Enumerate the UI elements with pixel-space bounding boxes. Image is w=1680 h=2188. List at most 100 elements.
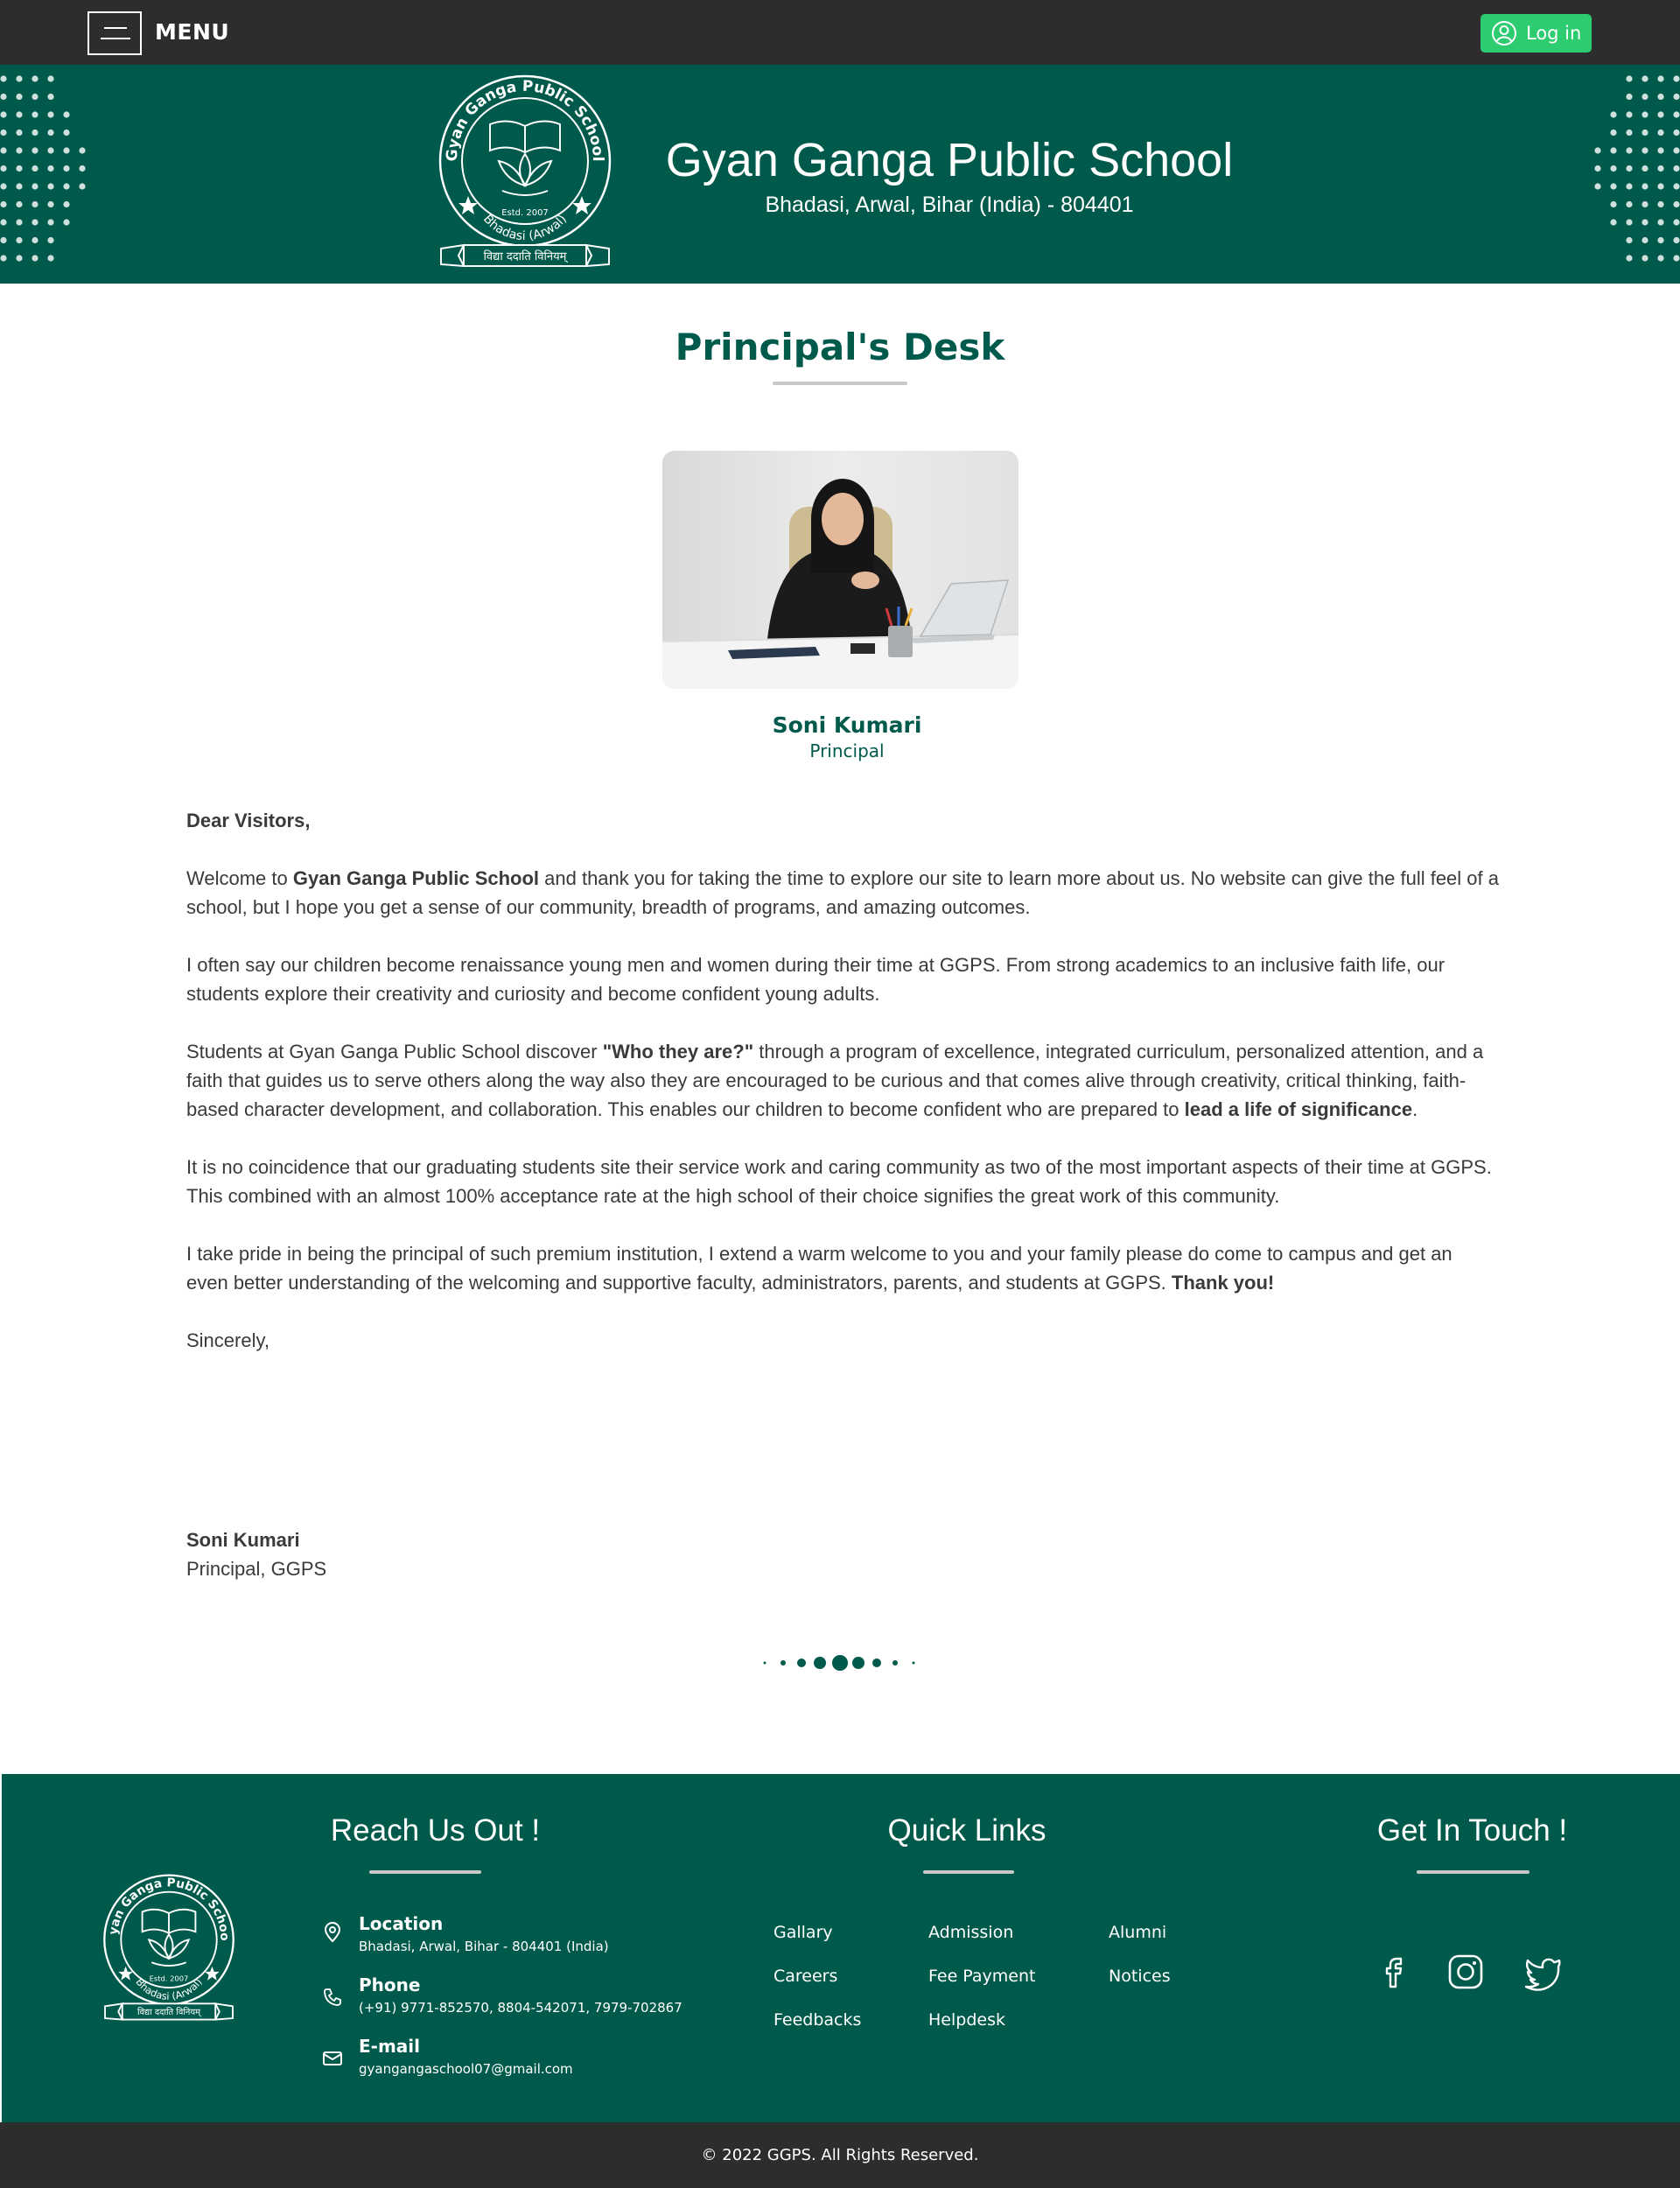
decorative-dot [1642,236,1648,244]
decorative-dot [47,147,54,154]
decorative-dot [79,147,86,154]
login-label: Log in [1526,23,1582,44]
link-notices[interactable]: Notices [1109,1967,1171,1986]
link-gallary[interactable]: Gallary [774,1923,833,1942]
decorative-dot [1642,147,1648,154]
decorative-dot [1642,129,1648,137]
decorative-dot [0,147,7,154]
decorative-dot [79,183,86,190]
contact-title: E-mail [359,2036,421,2057]
decorative-dot [63,219,70,226]
decorative-dot [1594,165,1601,172]
link-fee-payment[interactable]: Fee Payment [928,1967,1036,1986]
decorative-dot [16,183,23,190]
decorative-dot [32,129,38,137]
decorative-dot [1657,147,1664,154]
decorative-dot [1657,111,1664,118]
page-title: Principal's Desk [675,326,1005,368]
decorative-dot [1626,183,1633,190]
decorative-dot [1673,200,1680,208]
decorative-dot [1642,93,1648,101]
decorative-dot [0,219,7,226]
loading-spinner-icon [763,1655,915,1671]
decorative-dot [16,219,23,226]
decorative-dot [1642,75,1648,82]
decorative-dot [0,129,7,137]
decorative-dot [0,236,7,244]
decorative-dot [16,236,23,244]
decorative-dot [1626,200,1633,208]
decorative-dot [1673,111,1680,118]
decorative-dot [63,147,70,154]
decorative-dot [1626,255,1633,262]
facebook-icon[interactable] [1374,1952,1414,1992]
decorative-dot [1642,165,1648,172]
link-alumni[interactable]: Alumni [1109,1923,1166,1942]
decorative-dot [1594,147,1601,154]
user-icon [1492,21,1516,46]
decorative-dot [1673,183,1680,190]
decorative-dot [0,93,7,101]
logo-motto-text: विद्या ददाति विनियम् [484,249,569,263]
decorative-dot [1657,183,1664,190]
decorative-dot [1626,219,1633,226]
decorative-dot [47,93,54,101]
signature-role: Principal, GGPS [186,1558,327,1580]
decorative-dot [1610,111,1617,118]
menu-button[interactable] [88,11,142,55]
link-helpdesk[interactable]: Helpdesk [928,2010,1005,2030]
link-admission[interactable]: Admission [928,1923,1013,1942]
decorative-dot [32,165,38,172]
decorative-dot [1642,219,1648,226]
contact-value[interactable]: (+91) 9771-852570, 8804-542071, 7979-702… [359,2000,682,2016]
reach-us-underline [369,1870,481,1874]
school-name: Gyan Ganga Public School [665,134,1234,186]
decorative-dot [32,111,38,118]
contact-value[interactable]: gyangangaschool07@gmail.com [359,2061,573,2077]
footer-logo-motto-text: विद्या ददाति विनियम् [137,2007,202,2017]
twitter-icon[interactable] [1522,1952,1563,1992]
decorative-dot [1642,183,1648,190]
decorative-dot [79,165,86,172]
decorative-dot [0,255,7,262]
letter-greeting: Dear Visitors, [186,810,311,831]
instagram-icon[interactable] [1446,1952,1486,1992]
letter-paragraph-2: I often say our children become renaissa… [186,954,1446,1005]
link-feedbacks[interactable]: Feedbacks [774,2010,861,2030]
decorative-dot [1673,255,1680,262]
decorative-dot [1657,129,1664,137]
decorative-dot [32,219,38,226]
letter-paragraph-4: It is no coincidence that our graduating… [186,1156,1492,1207]
decorative-dot [1657,219,1664,226]
decorative-dot [0,200,7,208]
decorative-dot [63,183,70,190]
decorative-dot [47,219,54,226]
menu-label[interactable]: MENU [155,19,229,45]
decorative-dot [47,255,54,262]
decorative-dot [1673,147,1680,154]
school-banner: Gyan Ganga Public School Estd. 2007 Bhad… [0,65,1680,284]
quick-links-underline [923,1870,1014,1874]
letter-paragraph-3: Students at Gyan Ganga Public School dis… [186,1041,1484,1120]
decorative-dot [32,75,38,82]
school-logo[interactable]: Gyan Ganga Public School Estd. 2007 Bhad… [438,74,612,273]
decorative-dot [16,93,23,101]
footer-school-logo[interactable]: Gyan Ganga Public School Estd. 2007 Bhad… [102,1873,235,2025]
contact-value[interactable]: Bhadasi, Arwal, Bihar - 804401 (India) [359,1939,609,1954]
decorative-dot [1626,129,1633,137]
link-careers[interactable]: Careers [774,1967,837,1986]
reach-us-title: Reach Us Out ! [330,1813,541,1848]
decorative-dot [47,111,54,118]
principal-photo [662,451,1018,689]
decorative-dot [32,93,38,101]
decorative-dot [1673,236,1680,244]
mail-icon [323,2051,342,2065]
decorative-dots-left [0,74,105,284]
decorative-dots-right [1575,74,1680,284]
decorative-dot [47,236,54,244]
phone-icon [324,1988,341,2006]
decorative-dot [63,200,70,208]
decorative-dot [1673,75,1680,82]
decorative-dot [1657,75,1664,82]
login-button[interactable]: Log in [1480,14,1592,53]
